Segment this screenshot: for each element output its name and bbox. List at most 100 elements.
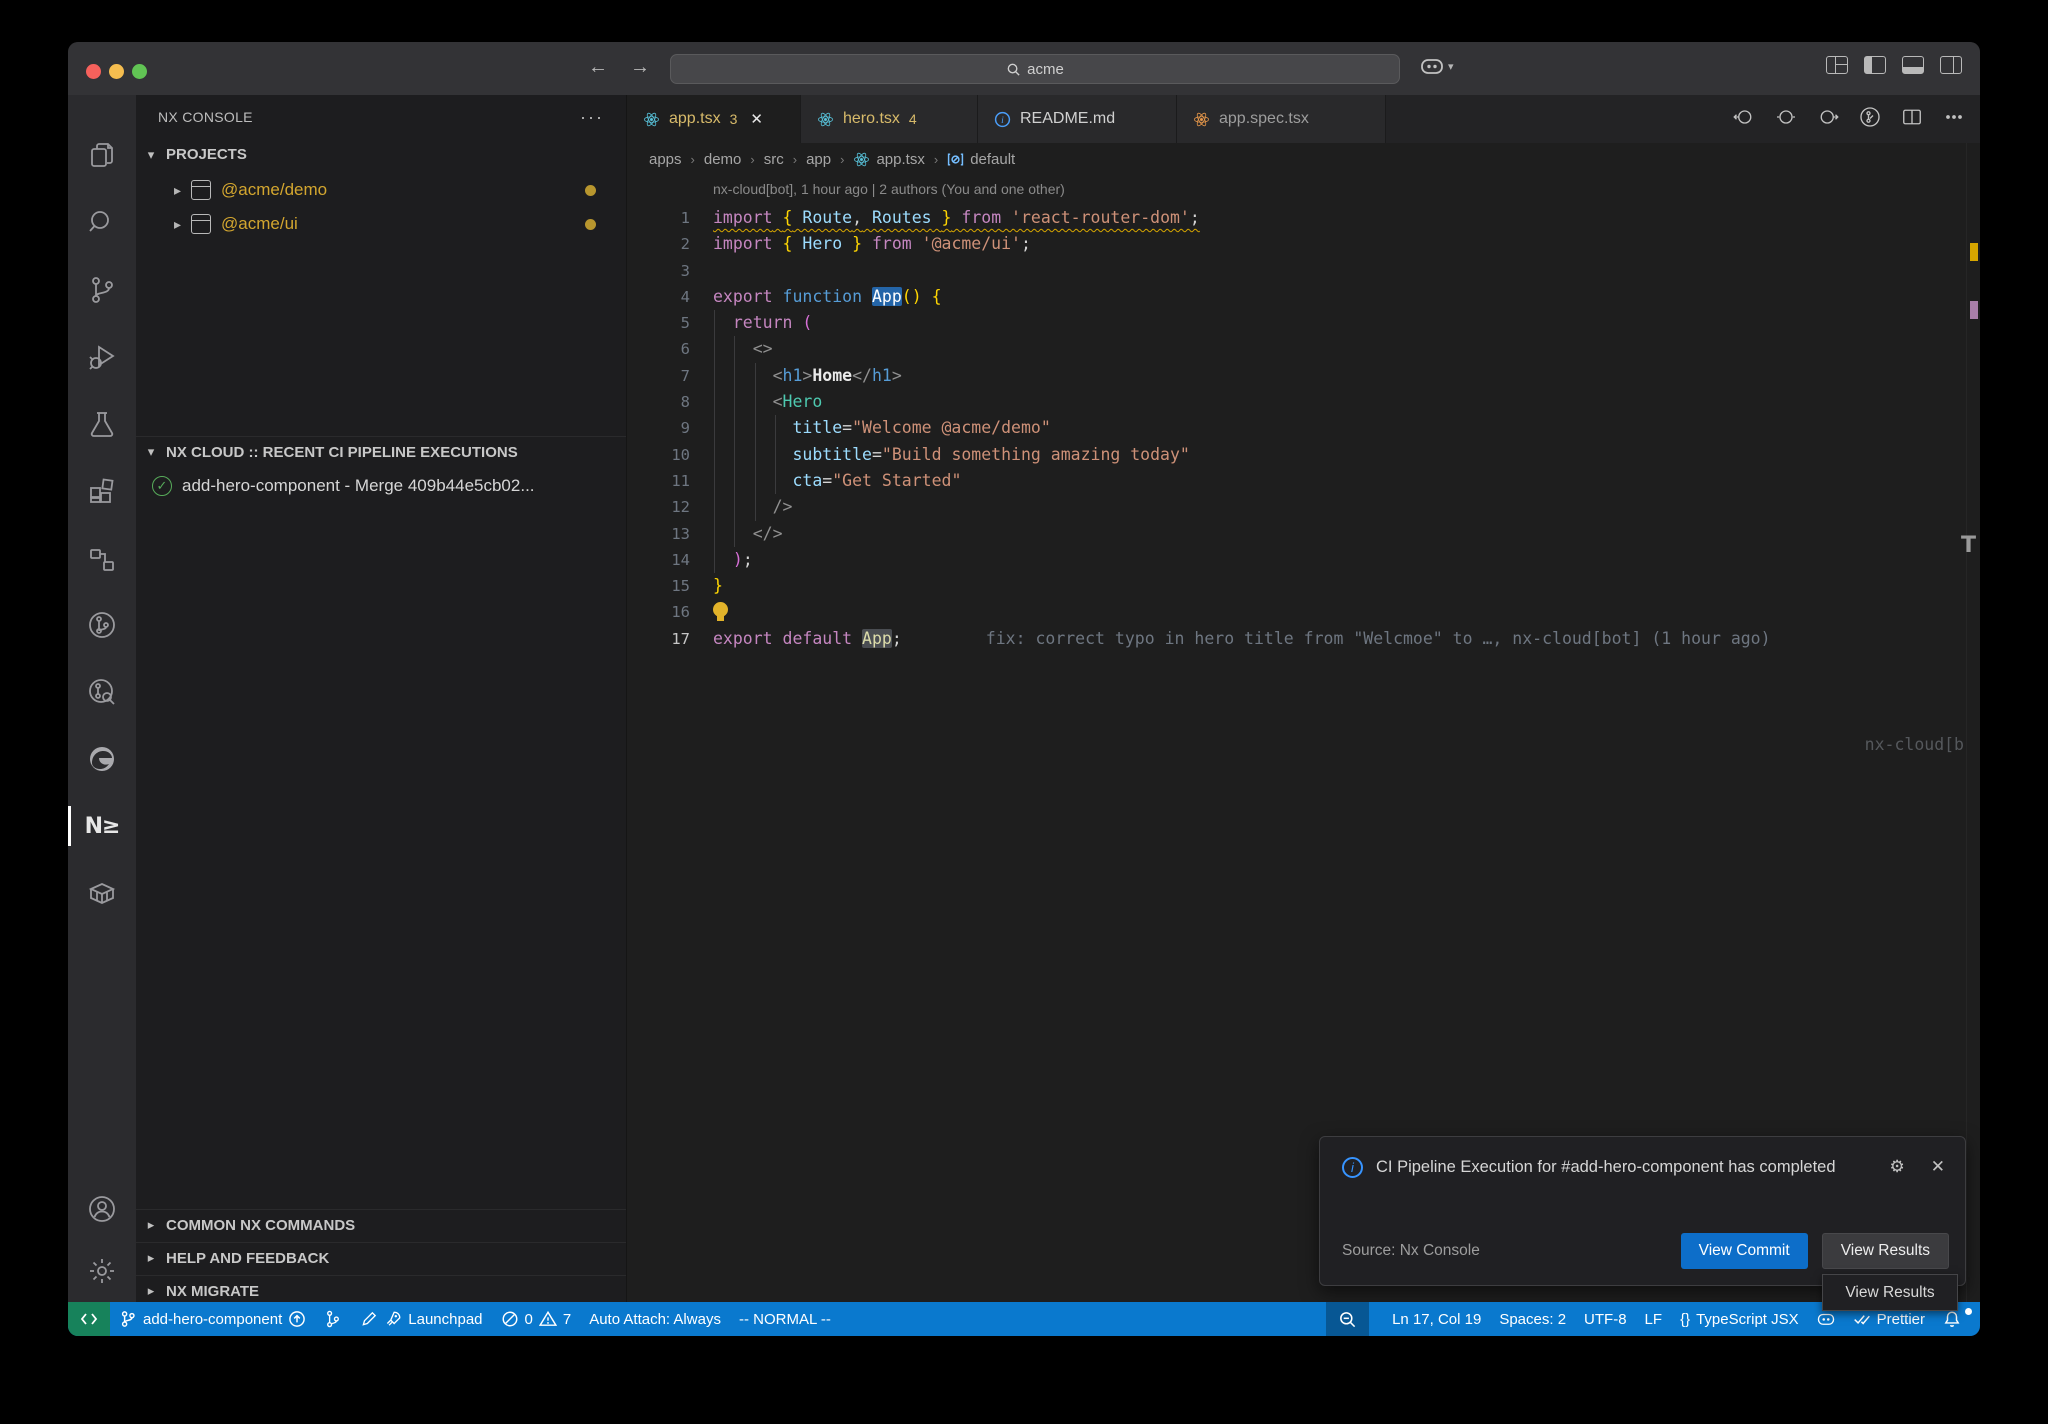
notification-settings-gear-icon[interactable]: ⚙ (1890, 1157, 1905, 1177)
code-line-4[interactable]: 4export function App() { (627, 284, 1966, 310)
breadcrumb-apps[interactable]: apps (649, 151, 682, 168)
code-line-1[interactable]: 1import { Route, Routes } from 'react-ro… (627, 205, 1966, 231)
activity-project-graph-icon[interactable] (68, 530, 136, 586)
formatter-status[interactable]: Prettier (1844, 1310, 1934, 1328)
run-commit-icon[interactable] (1858, 105, 1882, 134)
nx-cloud-section-header[interactable]: ▾ NX CLOUD :: RECENT CI PIPELINE EXECUTI… (136, 436, 626, 467)
activity-testing-icon[interactable] (68, 396, 136, 452)
command-center-search[interactable]: acme (670, 54, 1400, 84)
projects-section-header[interactable]: ▾ PROJECTS (136, 139, 626, 170)
copilot-status[interactable] (1808, 1310, 1844, 1328)
eol-status[interactable]: LF (1636, 1311, 1672, 1328)
activity-edge-icon[interactable] (68, 731, 136, 787)
encoding-status[interactable]: UTF-8 (1575, 1311, 1636, 1328)
code-line-12[interactable]: 12 /> (627, 494, 1966, 520)
tab-app.spec.tsx[interactable]: app.spec.tsx (1177, 95, 1386, 143)
copilot-icon (1817, 1310, 1835, 1328)
code-line-6[interactable]: 6 <> (627, 336, 1966, 362)
publish-sync-icon (288, 1310, 306, 1328)
customize-layout-icon[interactable] (1826, 56, 1848, 74)
indentation-status[interactable]: Spaces: 2 (1490, 1311, 1575, 1328)
toggle-sidebar-icon[interactable] (1864, 56, 1886, 74)
code-line-14[interactable]: 14 ); (627, 547, 1966, 573)
git-branch-status[interactable]: add-hero-component (110, 1310, 315, 1328)
codelens-blame[interactable]: nx-cloud[bot], 1 hour ago | 2 authors (Y… (713, 181, 1065, 197)
auto-attach-status[interactable]: Auto Attach: Always (580, 1311, 730, 1328)
maximize-window-button[interactable] (132, 64, 147, 79)
overview-ruler[interactable]: T (1966, 143, 1980, 1302)
code-line-16[interactable]: 16 (627, 599, 1966, 625)
code-line-2[interactable]: 2import { Hero } from '@acme/ui'; (627, 231, 1966, 257)
section-common-nx-commands[interactable]: ▸COMMON NX COMMANDS (136, 1209, 626, 1240)
project-item-acmedemo[interactable]: ▸ @acme/demo (136, 173, 626, 207)
code-line-10[interactable]: 10 subtitle="Build something amazing tod… (627, 442, 1966, 468)
copilot-menu[interactable]: ▾ (1420, 56, 1454, 76)
activity-inspect-graph-icon[interactable] (68, 664, 136, 720)
view-commit-button[interactable]: View Commit (1681, 1233, 1808, 1269)
activity-account-icon[interactable] (68, 1181, 136, 1237)
notification-close-icon[interactable]: ✕ (1931, 1157, 1945, 1177)
code-line-7[interactable]: 7 <h1>Home</h1> (627, 363, 1966, 389)
info-icon: i (1342, 1157, 1363, 1178)
breadcrumb[interactable]: apps›demo›src›app›app.tsx›default (649, 143, 1980, 175)
activity-commit-graph-icon[interactable] (68, 597, 136, 653)
tab-hero.tsx[interactable]: hero.tsx4 (801, 95, 978, 143)
activity-nx-console-icon[interactable]: N≥ (68, 798, 136, 854)
remote-indicator[interactable] (68, 1302, 110, 1336)
split-editor-icon[interactable] (1900, 105, 1924, 134)
editor-group: app.tsx3✕hero.tsx4iREADME.mdapp.spec.tsx… (627, 95, 1980, 1302)
language-mode-status[interactable]: {} TypeScript JSX (1671, 1311, 1808, 1328)
tab-app.tsx[interactable]: app.tsx3✕ (627, 95, 801, 143)
commit-graph-status[interactable] (315, 1310, 351, 1328)
breadcrumb-app[interactable]: app (806, 151, 831, 168)
activity-settings-gear-icon[interactable] (68, 1243, 136, 1299)
nav-back-icon[interactable]: ← (588, 56, 608, 79)
code-line-15[interactable]: 15} (627, 573, 1966, 599)
launchpad-status[interactable]: Launchpad (351, 1310, 491, 1328)
nav-back-circle-icon[interactable] (1732, 105, 1756, 134)
more-actions-icon[interactable] (1942, 105, 1966, 134)
sidebar-more-actions[interactable]: ··· (580, 107, 604, 128)
breadcrumb-default[interactable]: default (947, 151, 1015, 168)
warnings-icon (539, 1310, 557, 1328)
notifications-bell[interactable] (1934, 1310, 1970, 1328)
lightbulb-icon[interactable] (713, 602, 728, 617)
breadcrumb-demo[interactable]: demo (704, 151, 742, 168)
activity-run-debug-icon[interactable] (68, 329, 136, 385)
activity-search-icon[interactable] (68, 195, 136, 251)
code-line-5[interactable]: 5 return ( (627, 310, 1966, 336)
close-tab-icon[interactable]: ✕ (750, 110, 763, 128)
close-window-button[interactable] (86, 64, 101, 79)
chevron-right-icon: ▸ (174, 216, 181, 233)
nx-console-icon: N≥ (85, 814, 120, 839)
toggle-panel-icon[interactable] (1902, 56, 1924, 74)
code-line-8[interactable]: 8 <Hero (627, 389, 1966, 415)
code-line-13[interactable]: 13 </> (627, 521, 1966, 547)
code-line-3[interactable]: 3 (627, 258, 1966, 284)
activity-explorer-icon[interactable] (68, 128, 136, 184)
zoom-out-status[interactable] (1326, 1302, 1369, 1336)
nav-forward-circle-icon[interactable] (1816, 105, 1840, 134)
code-line-11[interactable]: 11 cta="Get Started" (627, 468, 1966, 494)
problems-status[interactable]: 0 7 (492, 1310, 581, 1328)
nav-dot-circle-icon[interactable] (1774, 105, 1798, 134)
toggle-secondary-sidebar-icon[interactable] (1940, 56, 1962, 74)
nav-forward-icon[interactable]: → (630, 56, 650, 79)
activity-container-icon[interactable] (68, 865, 136, 921)
activity-extensions-icon[interactable] (68, 463, 136, 519)
vim-mode-status[interactable]: -- NORMAL -- (730, 1311, 840, 1328)
chevron-down-icon: ▾ (1448, 60, 1454, 73)
code-line-17[interactable]: 17export default App;fix: correct typo i… (627, 626, 1966, 652)
activity-source-control-icon[interactable] (68, 262, 136, 318)
code-area[interactable]: 1import { Route, Routes } from 'react-ro… (627, 205, 1966, 652)
minimize-window-button[interactable] (109, 64, 124, 79)
tab-README.md[interactable]: iREADME.md (978, 95, 1177, 143)
project-item-acmeui[interactable]: ▸ @acme/ui (136, 207, 626, 241)
section-help-and-feedback[interactable]: ▸HELP AND FEEDBACK (136, 1242, 626, 1273)
breadcrumb-app.tsx[interactable]: app.tsx (853, 151, 924, 168)
breadcrumb-src[interactable]: src (764, 151, 784, 168)
cursor-position-status[interactable]: Ln 17, Col 19 (1383, 1311, 1490, 1328)
view-results-button[interactable]: View Results (1822, 1233, 1949, 1269)
code-line-9[interactable]: 9 title="Welcome @acme/demo" (627, 415, 1966, 441)
pipeline-execution-item[interactable]: ✓ add-hero-component - Merge 409b44e5cb0… (136, 469, 626, 503)
